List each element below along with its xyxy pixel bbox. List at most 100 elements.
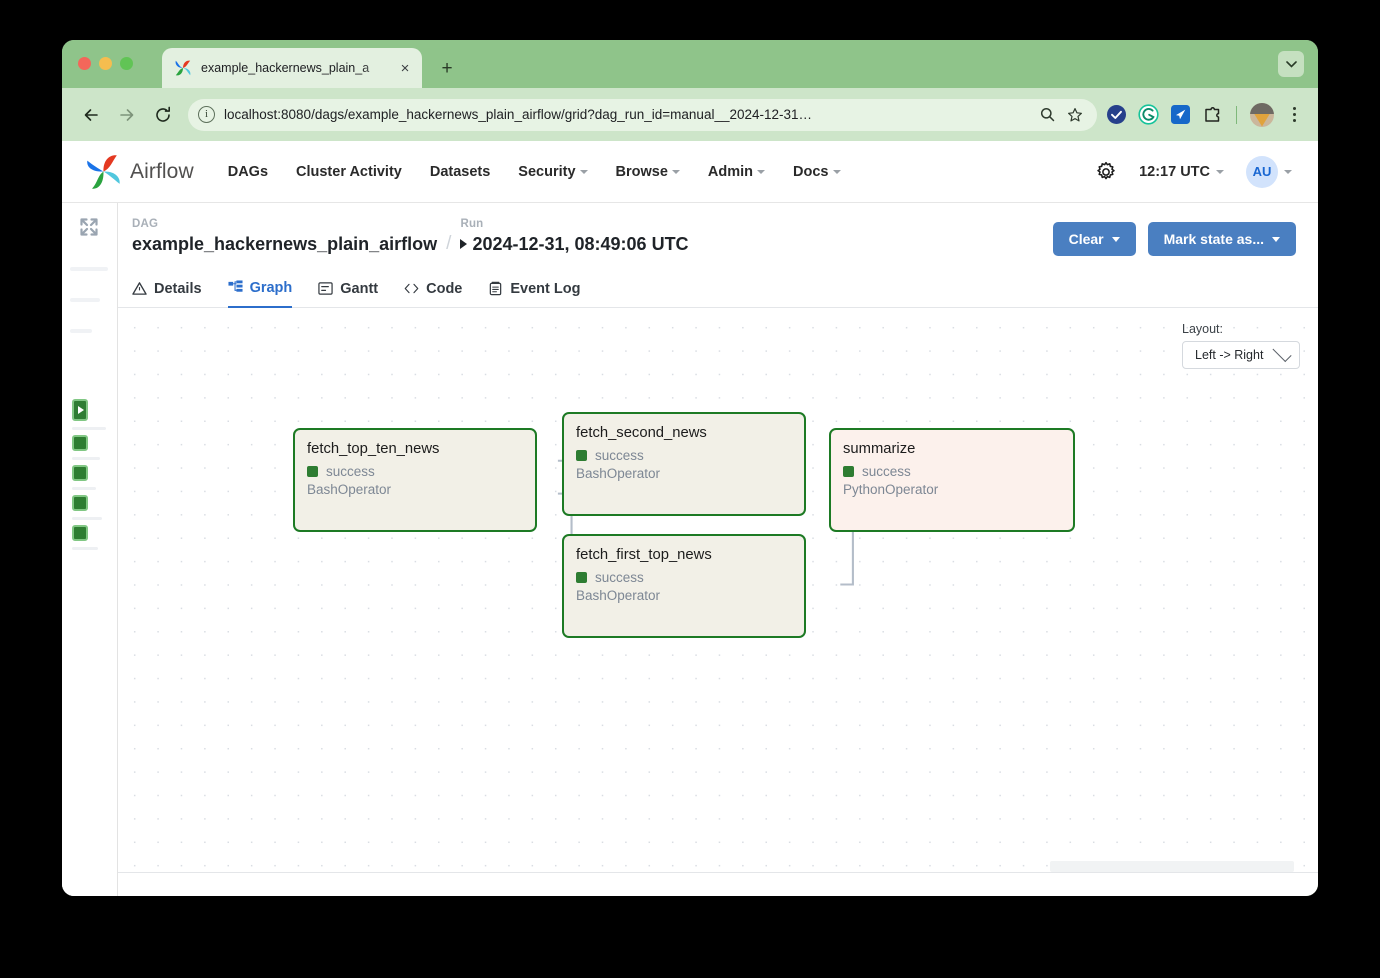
chevron-down-icon	[1216, 170, 1224, 174]
warning-triangle-icon	[132, 281, 147, 296]
task-node-state: success	[307, 464, 523, 479]
dag-run-square[interactable]	[72, 465, 88, 481]
dag-label: DAG	[132, 217, 437, 232]
nav-item-browse[interactable]: Browse	[616, 164, 680, 180]
close-window-button[interactable]	[78, 57, 91, 70]
clear-button[interactable]: Clear	[1053, 222, 1136, 256]
airflow-logo[interactable]: Airflow	[84, 153, 194, 191]
chevron-down-icon	[1112, 237, 1120, 242]
site-info-icon[interactable]: i	[198, 106, 215, 123]
chevron-down-icon	[1284, 170, 1292, 174]
dag-run-square[interactable]	[72, 495, 88, 511]
url-text: localhost:8080/dags/example_hackernews_p…	[224, 107, 1029, 122]
nav-item-security[interactable]: Security	[518, 164, 587, 180]
rail-line	[70, 298, 100, 302]
airflow-navbar: Airflow DAGs Cluster Activity Datasets S…	[62, 141, 1318, 203]
nav-item-docs[interactable]: Docs	[793, 164, 840, 180]
dag-run-current[interactable]	[72, 399, 88, 421]
dag-run-square[interactable]	[72, 435, 88, 451]
tab-gantt[interactable]: Gantt	[318, 266, 378, 308]
state-success-square-icon	[843, 466, 854, 477]
mark-state-button-label: Mark state as...	[1164, 231, 1264, 247]
rail-bar	[72, 427, 106, 430]
window-controls[interactable]	[78, 57, 133, 70]
tab-list-chevron-down-icon[interactable]	[1278, 51, 1304, 77]
task-operator-label: BashOperator	[576, 588, 792, 603]
nav-item-label: Browse	[616, 164, 668, 180]
dag-header-actions: Clear Mark state as...	[1053, 222, 1296, 256]
dag-name: example_hackernews_plain_airflow	[132, 232, 437, 256]
maximize-window-button[interactable]	[120, 57, 133, 70]
puzzle-piece-icon[interactable]	[1201, 104, 1223, 126]
dag-graph-canvas[interactable]: Layout: Left -> Right	[118, 308, 1318, 873]
tab-label: Gantt	[340, 281, 378, 297]
nav-item-dags[interactable]: DAGs	[228, 164, 268, 180]
user-menu[interactable]: AU	[1246, 156, 1292, 188]
close-tab-button[interactable]: ×	[396, 59, 414, 77]
timezone-clock[interactable]: 12:17 UTC	[1139, 164, 1224, 180]
back-arrow-icon[interactable]	[76, 100, 106, 130]
nav-item-label: Security	[518, 164, 575, 180]
breadcrumb-dag[interactable]: DAG example_hackernews_plain_airflow	[132, 217, 437, 256]
nav-item-admin[interactable]: Admin	[708, 164, 765, 180]
dag-run-square[interactable]	[72, 525, 88, 541]
dag-tabs: Details Graph	[118, 266, 1318, 308]
reload-icon[interactable]	[148, 100, 178, 130]
mark-state-button[interactable]: Mark state as...	[1148, 222, 1296, 256]
run-label: Run	[460, 217, 688, 232]
task-node-title: fetch_second_news	[576, 423, 792, 444]
profile-avatar[interactable]	[1250, 103, 1274, 127]
tab-event-log[interactable]: Event Log	[488, 266, 580, 308]
rail-bar	[72, 517, 102, 520]
task-node-state: success	[576, 448, 792, 463]
tab-label: Graph	[250, 280, 293, 296]
browser-tab-title: example_hackernews_plain_a	[201, 61, 396, 75]
dag-main-panel: DAG example_hackernews_plain_airflow / R…	[118, 203, 1318, 896]
task-state-label: success	[595, 448, 644, 463]
browser-toolbar: i localhost:8080/dags/example_hackernews…	[62, 88, 1318, 141]
browser-tab[interactable]: example_hackernews_plain_a ×	[162, 48, 422, 88]
new-tab-button[interactable]: +	[436, 57, 458, 79]
star-icon[interactable]	[1065, 105, 1085, 125]
tab-label: Code	[426, 281, 462, 297]
rail-bar	[72, 547, 98, 550]
tab-graph[interactable]: Graph	[228, 266, 293, 308]
task-state-label: success	[326, 464, 375, 479]
chevron-down-icon	[1272, 237, 1280, 242]
page-content: Airflow DAGs Cluster Activity Datasets S…	[62, 141, 1318, 896]
nav-item-cluster-activity[interactable]: Cluster Activity	[296, 164, 402, 180]
address-bar[interactable]: i localhost:8080/dags/example_hackernews…	[188, 99, 1097, 131]
grammarly-icon[interactable]	[1137, 104, 1159, 126]
tab-code[interactable]: Code	[404, 266, 462, 308]
task-node-state: success	[576, 570, 792, 585]
breadcrumb-run[interactable]: Run 2024-12-31, 08:49:06 UTC	[460, 217, 688, 256]
task-node-fetch-top-ten-news[interactable]: fetch_top_ten_news success BashOperator	[293, 428, 537, 532]
gear-icon[interactable]	[1095, 161, 1117, 183]
send-icon[interactable]	[1169, 104, 1191, 126]
task-operator-label: BashOperator	[307, 482, 523, 497]
zoom-search-icon[interactable]	[1037, 105, 1057, 125]
graph-horizontal-scrollbar[interactable]	[1050, 861, 1294, 872]
dag-header: DAG example_hackernews_plain_airflow / R…	[118, 203, 1318, 266]
task-node-fetch-second-news[interactable]: fetch_second_news success BashOperator	[562, 412, 806, 516]
kebab-menu-icon[interactable]	[1284, 107, 1304, 122]
layout-select[interactable]: Left -> Right	[1182, 341, 1300, 369]
task-node-title: fetch_first_top_news	[576, 545, 792, 566]
forward-arrow-icon[interactable]	[112, 100, 142, 130]
nav-item-datasets[interactable]: Datasets	[430, 164, 490, 180]
nav-item-label: Docs	[793, 164, 828, 180]
chevron-down-icon	[672, 170, 680, 174]
airflow-nav-right: 12:17 UTC AU	[1095, 156, 1292, 188]
nav-item-label: DAGs	[228, 164, 268, 180]
nav-item-label: Datasets	[430, 164, 490, 180]
tab-details[interactable]: Details	[132, 266, 202, 308]
rail-placeholder-lines	[70, 267, 108, 360]
chevron-down-icon	[1272, 343, 1291, 362]
task-node-fetch-first-top-news[interactable]: fetch_first_top_news success BashOperato…	[562, 534, 806, 638]
minimize-window-button[interactable]	[99, 57, 112, 70]
expand-arrows-icon[interactable]	[79, 217, 99, 237]
task-node-summarize[interactable]: summarize success PythonOperator	[829, 428, 1075, 532]
nav-item-label: Cluster Activity	[296, 164, 402, 180]
check-circle-icon[interactable]	[1105, 104, 1127, 126]
gantt-chart-icon	[318, 281, 333, 296]
